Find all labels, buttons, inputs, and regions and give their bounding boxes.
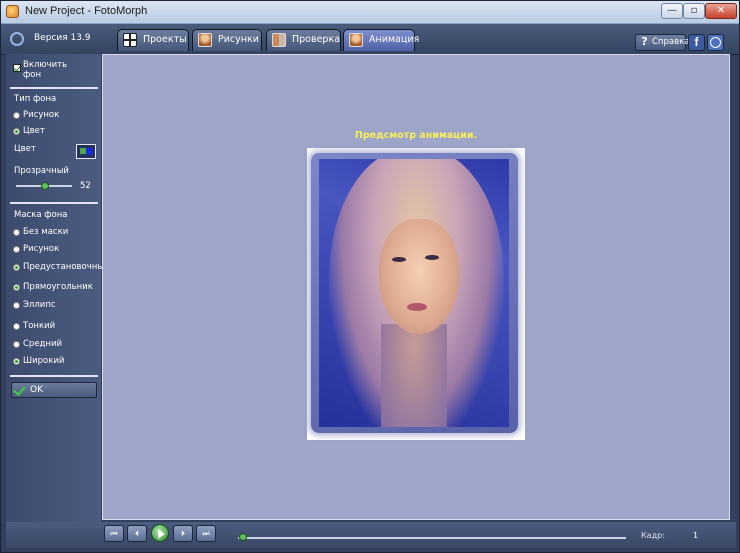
- bg-image-label: Рисунок: [23, 110, 60, 120]
- shape-ellipse-label: Эллипс: [23, 300, 56, 310]
- frame-label: Кадр:: [641, 531, 665, 540]
- enable-background-label: Включить: [23, 60, 68, 70]
- mask-image-radio[interactable]: [13, 246, 20, 253]
- timeline-track[interactable]: [238, 537, 626, 539]
- first-frame-button[interactable]: ⏮: [104, 525, 124, 542]
- next-frame-button[interactable]: ⏵: [173, 525, 193, 542]
- checkmark-icon: [13, 383, 26, 396]
- fotomorph-logo-icon: [10, 32, 24, 46]
- fotomorph-app-icon: [6, 5, 19, 18]
- background-type-label: Тип фона: [14, 94, 57, 104]
- grid-icon: [123, 33, 137, 47]
- previous-frame-button[interactable]: ⏴: [127, 525, 147, 542]
- app-window: New Project - FotoMorph — ▫ ✕ Версия 13.…: [0, 0, 740, 553]
- photo-icon: [198, 33, 212, 47]
- shape-rectangle-label: Прямоугольник: [23, 282, 93, 292]
- color-picker-button[interactable]: [76, 144, 96, 159]
- mask-label: Маска фона: [14, 210, 68, 220]
- minimize-button[interactable]: —: [661, 3, 683, 19]
- facebook-button[interactable]: f: [688, 34, 705, 51]
- tab-images[interactable]: Рисунки: [192, 29, 262, 51]
- transparency-value: 52: [80, 181, 91, 191]
- main-toolbar: Версия 13.9 Проекты Рисунки Проверка Ани…: [1, 24, 739, 55]
- width-wide-label: Широкий: [23, 356, 65, 366]
- ok-label: OK: [30, 385, 43, 395]
- tab-animation[interactable]: Анимация: [343, 29, 419, 51]
- globe-icon: [710, 37, 721, 48]
- tab-projects[interactable]: Проекты: [117, 29, 189, 51]
- width-thin-label: Тонкий: [23, 321, 56, 331]
- mask-none-radio[interactable]: [13, 229, 20, 236]
- tab-label: Проверка: [292, 34, 341, 45]
- frame-value: 1: [693, 531, 699, 540]
- close-button[interactable]: ✕: [705, 3, 737, 19]
- tab-preview-check[interactable]: Проверка: [266, 29, 341, 51]
- tab-label: Рисунки: [218, 34, 259, 45]
- portrait-mouth: [407, 303, 427, 311]
- color-swatch-icon-2: [86, 148, 93, 155]
- tab-label: Анимация: [369, 34, 420, 45]
- width-thin-radio[interactable]: [13, 323, 20, 330]
- play-button[interactable]: [151, 524, 169, 542]
- timeline-handle[interactable]: [239, 533, 247, 541]
- preview-image: [319, 159, 509, 427]
- tab-label: Проекты: [143, 34, 187, 45]
- bg-color-label: Цвет: [23, 126, 45, 136]
- mask-preset-label: Предустановочный: [23, 262, 110, 272]
- ok-button[interactable]: OK: [11, 382, 97, 398]
- enable-background-checkbox[interactable]: [13, 64, 21, 72]
- play-icon: [158, 529, 165, 539]
- portrait-eye-left: [392, 257, 406, 262]
- help-button[interactable]: ? Справка: [635, 34, 690, 51]
- settings-sidebar: Включить фон Тип фона Рисунок Цвет Цвет …: [6, 54, 110, 522]
- mask-preset-radio[interactable]: [13, 264, 20, 271]
- preview-frame: [307, 148, 525, 440]
- width-medium-label: Средний: [23, 339, 63, 349]
- version-label: Версия 13.9: [34, 33, 91, 43]
- website-button[interactable]: [707, 34, 724, 51]
- help-label: Справка: [652, 37, 690, 47]
- enable-background-label-2: фон: [23, 70, 42, 80]
- maximize-button[interactable]: ▫: [683, 3, 705, 19]
- width-wide-radio[interactable]: [13, 358, 20, 365]
- last-frame-button[interactable]: ⏭: [196, 525, 216, 542]
- transparency-label: Прозрачный: [14, 166, 69, 176]
- color-label: Цвет: [14, 144, 36, 154]
- bg-image-radio[interactable]: [13, 112, 20, 119]
- shape-rectangle-radio[interactable]: [13, 284, 20, 291]
- mask-none-label: Без маски: [23, 227, 69, 237]
- title-bar[interactable]: New Project - FotoMorph — ▫ ✕: [1, 1, 739, 24]
- bg-color-radio[interactable]: [13, 128, 20, 135]
- portrait-neck: [381, 324, 447, 427]
- playback-controls: ⏮ ⏴ ⏵ ⏭ Кадр: 1: [6, 522, 736, 548]
- width-medium-radio[interactable]: [13, 341, 20, 348]
- window-title: New Project - FotoMorph: [25, 5, 148, 17]
- animation-icon: [349, 33, 363, 47]
- mask-image-label: Рисунок: [23, 244, 60, 254]
- shape-ellipse-radio[interactable]: [13, 302, 20, 309]
- divider: [10, 375, 98, 377]
- divider: [10, 202, 98, 204]
- compare-icon: [272, 33, 286, 47]
- preview-photo-border: [311, 153, 518, 433]
- preview-title: Предсмотр анимации.: [354, 130, 478, 141]
- portrait-eye-right: [425, 255, 439, 260]
- animation-preview-area: Предсмотр анимации.: [102, 54, 730, 520]
- divider: [10, 87, 98, 89]
- help-icon: ?: [641, 35, 648, 48]
- portrait-face: [379, 219, 459, 334]
- transparency-slider-handle[interactable]: [41, 182, 49, 190]
